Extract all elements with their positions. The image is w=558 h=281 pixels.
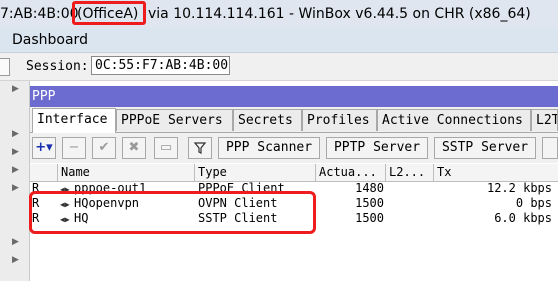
ppp-tabs: Interface PPPoE Servers Secrets Profiles… [30, 107, 558, 133]
minus-icon: − [68, 140, 80, 155]
menu-bar: Dashboard [0, 28, 558, 53]
row-actual-mtu: 1500 [355, 211, 384, 225]
column-header-l2mtu[interactable]: L2... [386, 164, 434, 181]
column-header-tx[interactable]: Tx [434, 164, 558, 181]
row-l2mtu [388, 181, 432, 196]
comment-button[interactable]: ▭ [154, 137, 178, 159]
pptp-server-button[interactable]: PPTP Server [326, 137, 428, 159]
column-header-name[interactable]: Name [58, 164, 195, 181]
title-connection-info: via 10.114.114.161 - WinBox v6.44.5 on C… [148, 6, 531, 22]
row-tx: 6.0 kbps [494, 211, 552, 225]
row-tx: 12.2 kbps [486, 181, 552, 195]
column-header-type[interactable]: Type [195, 164, 316, 181]
side-menu-strip: ▶ ▶ ▶ ▶ ▶ ▶ ▶ [0, 81, 30, 281]
row-tx: 0 bps [515, 196, 552, 210]
submenu-arrow-icon[interactable]: ▶ [12, 237, 19, 247]
session-field[interactable]: 0C:55:F7:AB:4B:00 [91, 56, 230, 75]
session-toolbar: Session: 0C:55:F7:AB:4B:00 [0, 53, 558, 81]
column-header-actual-mtu[interactable]: Actua... [316, 164, 386, 181]
check-icon: ✔ [98, 140, 110, 155]
plus-icon: +▾ [35, 140, 53, 155]
submenu-arrow-icon[interactable]: ▶ [12, 147, 19, 157]
window-titlebar[interactable]: 7:AB:4B:00 (OfficeA) via 10.114.114.161 … [0, 0, 558, 28]
row-l2mtu [388, 211, 432, 226]
row-l2mtu [388, 196, 432, 211]
filter-button[interactable] [188, 137, 212, 159]
side-nav-toggle[interactable] [0, 58, 10, 76]
submenu-arrow-icon[interactable]: ▶ [12, 129, 19, 139]
row-actual-mtu: 1500 [355, 196, 384, 210]
menu-dashboard[interactable]: Dashboard [12, 28, 88, 52]
filter-icon [193, 142, 207, 154]
disable-button[interactable]: ✖ [122, 137, 146, 159]
title-mac-fragment: 7:AB:4B:00 [0, 6, 79, 22]
submenu-arrow-icon[interactable]: ▶ [12, 183, 19, 193]
ppp-scanner-button[interactable]: PPP Scanner [218, 137, 320, 159]
more-button[interactable] [542, 137, 558, 159]
add-button[interactable]: +▾ [32, 137, 56, 159]
column-header-flag[interactable] [30, 164, 58, 181]
remove-button[interactable]: − [62, 137, 86, 159]
submenu-arrow-icon[interactable]: ▶ [12, 165, 19, 175]
ppp-window-title: PPP [32, 89, 56, 104]
table-header: Name Type Actua... L2... Tx [30, 164, 558, 182]
tab-interface[interactable]: Interface [32, 108, 116, 133]
submenu-arrow-icon[interactable]: ▶ [12, 255, 19, 265]
x-icon: ✖ [128, 140, 140, 155]
ppp-window-header[interactable]: PPP [30, 86, 558, 107]
identity-highlight-box [72, 1, 146, 25]
rows-highlight-box [29, 191, 316, 234]
sstp-server-button[interactable]: SSTP Server [434, 137, 536, 159]
tab-secrets[interactable]: Secrets [233, 109, 302, 131]
submenu-arrow-icon[interactable]: ▶ [12, 84, 19, 94]
tab-pppoe-servers[interactable]: PPPoE Servers [116, 109, 233, 131]
session-label: Session: [26, 59, 89, 74]
enable-button[interactable]: ✔ [92, 137, 116, 159]
tab-active-connections[interactable]: Active Connections [377, 109, 531, 131]
row-actual-mtu: 1480 [355, 181, 384, 195]
tab-profiles[interactable]: Profiles [302, 109, 377, 131]
tab-l2tp[interactable]: L2T [531, 109, 558, 131]
ppp-toolbar: +▾ − ✔ ✖ ▭ PPP Scanner PPTP Server SSTP … [30, 133, 558, 163]
comment-icon: ▭ [159, 140, 173, 155]
